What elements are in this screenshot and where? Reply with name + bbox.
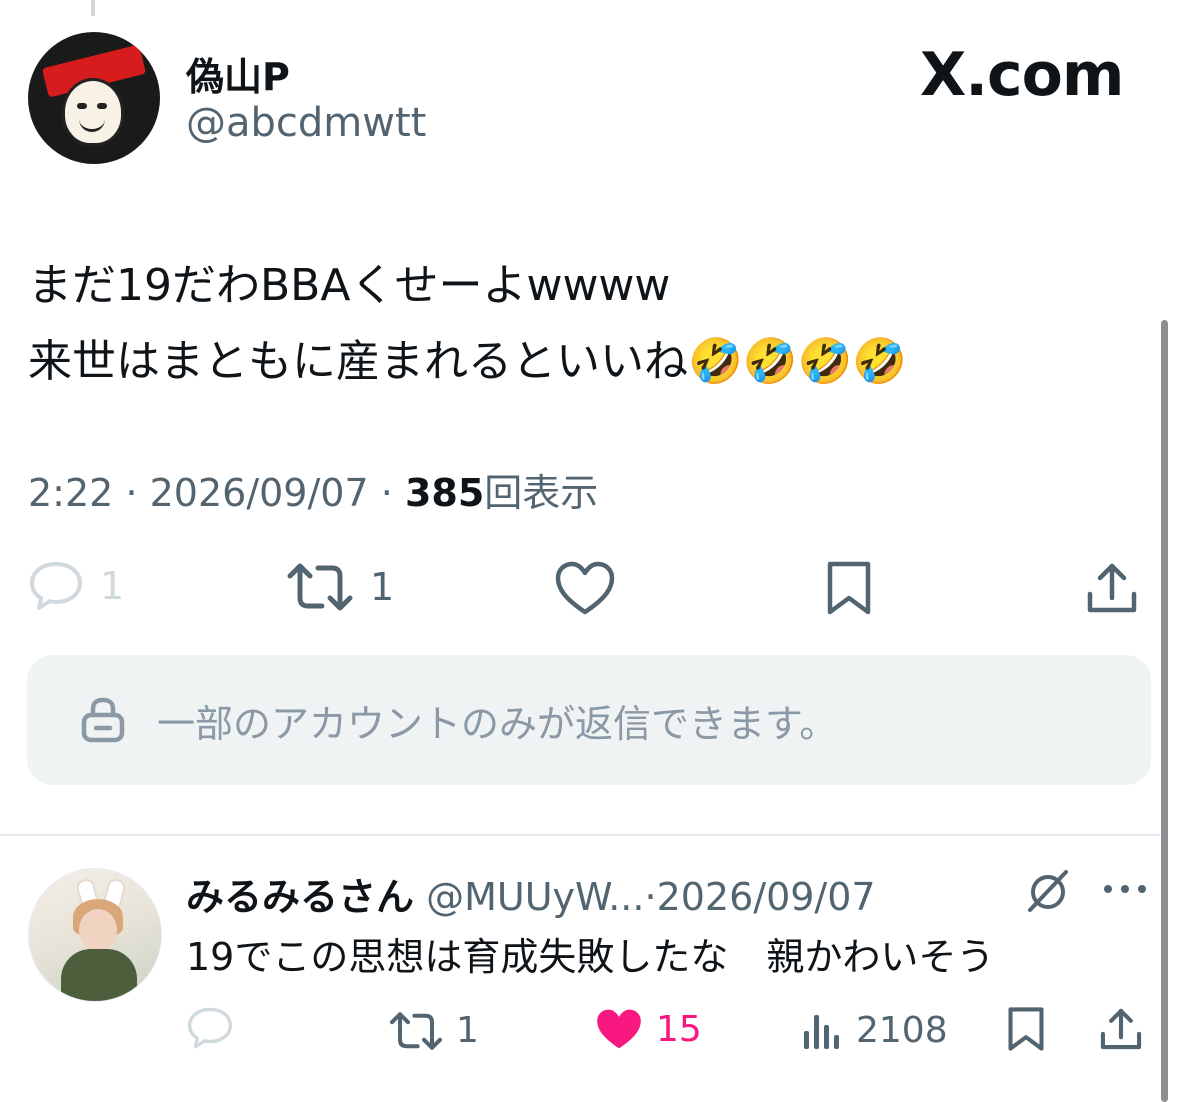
- reply-views-count: 2108: [856, 1010, 948, 1051]
- reply-retweet-button[interactable]: 1: [388, 1010, 479, 1051]
- thread-connector: [91, 0, 95, 16]
- bookmark-button[interactable]: [822, 560, 876, 616]
- tweet-line-2: 来世はまともに産まれるといいね🤣🤣🤣🤣: [28, 336, 908, 387]
- reply-bookmark-button[interactable]: [1004, 1006, 1048, 1052]
- reply-handle[interactable]: @MUUyW...: [426, 875, 644, 919]
- reply-text: 19でこの思想は育成失敗したな 親かわいそう: [186, 935, 995, 979]
- reply-share-button[interactable]: [1098, 1006, 1144, 1052]
- bookmark-icon: [1008, 1007, 1044, 1051]
- tweet-date[interactable]: 2026/09/07: [150, 471, 369, 515]
- views-icon: [804, 1014, 839, 1049]
- tweet-time[interactable]: 2:22: [28, 471, 113, 515]
- reply-header: みるみるさん @MUUyW...·2026/09/07: [186, 875, 876, 919]
- like-icon: [555, 561, 615, 615]
- share-button[interactable]: [1084, 560, 1140, 616]
- author-display-name[interactable]: 偽山P: [186, 46, 290, 101]
- reply-retweet-count: 1: [456, 1010, 479, 1051]
- views-label: 回表示: [484, 471, 599, 515]
- tweet-line-1: まだ19だわBBAくせーよwwww: [28, 260, 671, 311]
- reply-restriction-notice: 一部のアカウントのみが返信できます。: [27, 655, 1151, 785]
- divider: [0, 834, 1160, 836]
- retweet-icon: [287, 563, 353, 611]
- retweet-button[interactable]: 1: [286, 562, 394, 612]
- author-avatar[interactable]: [28, 32, 160, 164]
- reply-date[interactable]: 2026/09/07: [657, 875, 876, 919]
- scrollbar[interactable]: [1161, 320, 1168, 1102]
- retweet-count: 1: [370, 565, 395, 609]
- reply-like-button[interactable]: 15: [594, 1006, 702, 1052]
- reply-display-name[interactable]: みるみるさん: [186, 875, 414, 919]
- like-icon: [597, 1009, 641, 1049]
- reply-views-button[interactable]: 2108: [802, 1010, 948, 1051]
- avatar-face: [62, 78, 124, 146]
- reply-like-count: 15: [656, 1008, 702, 1050]
- lock-icon: [81, 697, 125, 743]
- reply-count: 1: [100, 564, 125, 608]
- reply-restriction-label: 一部のアカウントのみが返信できます。: [157, 701, 838, 746]
- bookmark-icon: [827, 561, 871, 615]
- tweet-meta: 2:22 · 2026/09/07 · 385回表示: [28, 471, 599, 515]
- reply-icon: [30, 562, 82, 610]
- author-handle[interactable]: @abcdmwtt: [186, 100, 426, 146]
- share-icon: [1087, 563, 1137, 613]
- brand-logo: X.com: [920, 40, 1124, 110]
- reply-reply-button[interactable]: [186, 1006, 234, 1050]
- views-count: 385: [404, 471, 485, 515]
- reply-icon: [188, 1007, 232, 1049]
- grok-icon[interactable]: [1024, 868, 1072, 914]
- more-icon[interactable]: [1102, 882, 1148, 896]
- share-icon: [1100, 1008, 1142, 1050]
- retweet-icon: [390, 1011, 442, 1050]
- tweet-text: まだ19だわBBAくせーよwwww 来世はまともに産まれるといいね🤣🤣🤣🤣: [28, 248, 907, 400]
- like-button[interactable]: [554, 560, 616, 616]
- reply-author-avatar[interactable]: [28, 868, 162, 1002]
- reply-button[interactable]: 1: [28, 560, 124, 612]
